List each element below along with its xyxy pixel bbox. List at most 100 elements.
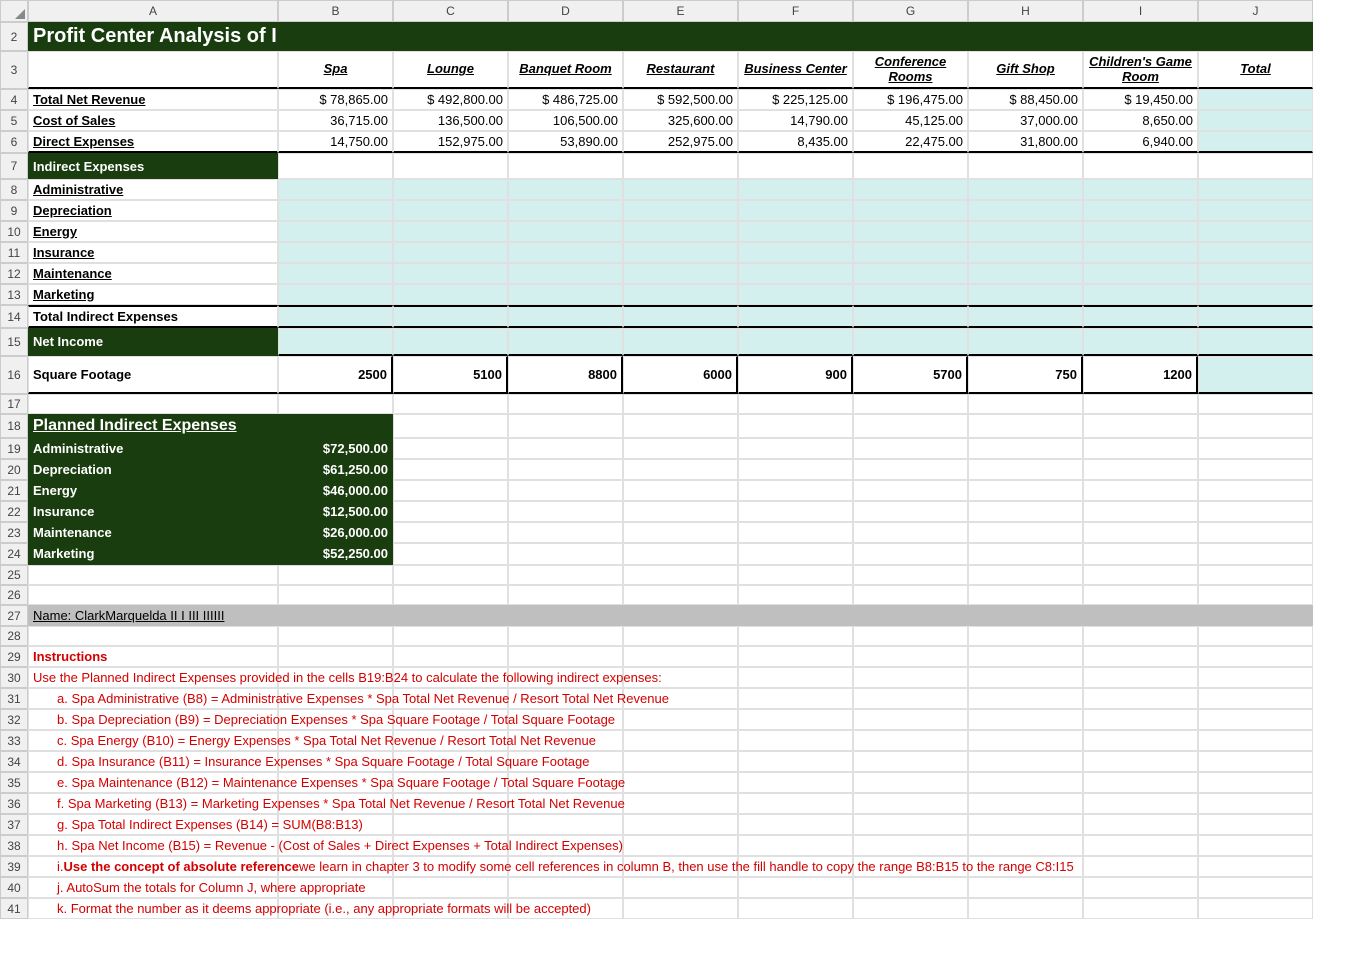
cell[interactable] — [393, 459, 508, 480]
data-cell[interactable]: 2500 — [278, 356, 393, 394]
row-head-26[interactable]: 26 — [0, 585, 28, 605]
data-cell[interactable]: $ 492,800.00 — [393, 89, 508, 110]
cell[interactable] — [508, 877, 623, 898]
data-cell[interactable] — [393, 242, 508, 263]
data-cell[interactable] — [1083, 200, 1198, 221]
cell[interactable] — [738, 730, 853, 751]
cell[interactable] — [623, 153, 738, 179]
data-cell[interactable] — [853, 242, 968, 263]
cell[interactable] — [508, 438, 623, 459]
cell[interactable] — [738, 522, 853, 543]
row-head-18[interactable]: 18 — [0, 414, 28, 438]
cell[interactable] — [1083, 730, 1198, 751]
cell[interactable] — [738, 414, 853, 438]
data-cell[interactable]: $ 592,500.00 — [623, 89, 738, 110]
cell[interactable] — [1083, 394, 1198, 414]
cell[interactable] — [968, 438, 1083, 459]
data-cell[interactable] — [278, 221, 393, 242]
cell[interactable] — [1083, 501, 1198, 522]
cell[interactable] — [1198, 751, 1313, 772]
data-cell[interactable]: 750 — [968, 356, 1083, 394]
col-head-C[interactable]: C — [393, 0, 508, 22]
data-cell[interactable] — [738, 305, 853, 328]
cell[interactable] — [278, 626, 393, 646]
data-cell[interactable]: 5700 — [853, 356, 968, 394]
data-cell[interactable] — [738, 179, 853, 200]
cell[interactable] — [738, 501, 853, 522]
cell[interactable] — [738, 480, 853, 501]
cell[interactable] — [508, 585, 623, 605]
cell[interactable] — [1083, 585, 1198, 605]
cell[interactable] — [278, 414, 393, 438]
row-head-13[interactable]: 13 — [0, 284, 28, 305]
cell[interactable] — [1083, 543, 1198, 565]
cell[interactable] — [623, 898, 738, 919]
cell[interactable] — [623, 522, 738, 543]
row-head-6[interactable]: 6 — [0, 131, 28, 153]
data-cell[interactable] — [968, 328, 1083, 356]
data-cell[interactable] — [1198, 221, 1313, 242]
cell[interactable] — [853, 394, 968, 414]
cell[interactable] — [393, 438, 508, 459]
data-cell[interactable] — [1198, 356, 1313, 394]
data-cell[interactable] — [1198, 110, 1313, 131]
cell[interactable] — [1198, 522, 1313, 543]
data-cell[interactable] — [508, 305, 623, 328]
cell[interactable] — [1083, 751, 1198, 772]
cell[interactable] — [623, 730, 738, 751]
data-cell[interactable] — [968, 305, 1083, 328]
row-head-24[interactable]: 24 — [0, 543, 28, 565]
cell[interactable] — [738, 565, 853, 585]
data-cell[interactable] — [393, 200, 508, 221]
cell[interactable] — [623, 877, 738, 898]
cell[interactable] — [1198, 459, 1313, 480]
data-cell[interactable] — [278, 263, 393, 284]
row-head-16[interactable]: 16 — [0, 356, 28, 394]
cell[interactable] — [1198, 501, 1313, 522]
data-cell[interactable] — [968, 284, 1083, 305]
data-cell[interactable] — [968, 242, 1083, 263]
cell[interactable] — [853, 522, 968, 543]
data-cell[interactable] — [853, 284, 968, 305]
data-cell[interactable] — [853, 263, 968, 284]
cell[interactable] — [28, 585, 278, 605]
data-cell[interactable] — [393, 284, 508, 305]
cell[interactable] — [1198, 414, 1313, 438]
planned-value[interactable]: $61,250.00 — [278, 459, 393, 480]
col-head-D[interactable]: D — [508, 0, 623, 22]
cell[interactable] — [968, 480, 1083, 501]
cell[interactable] — [508, 153, 623, 179]
cell[interactable] — [853, 501, 968, 522]
cell[interactable] — [968, 688, 1083, 709]
cell[interactable] — [968, 730, 1083, 751]
cell[interactable] — [853, 772, 968, 793]
cell[interactable] — [393, 522, 508, 543]
cell[interactable] — [1083, 626, 1198, 646]
row-head-2[interactable]: 2 — [0, 22, 28, 51]
cell[interactable] — [968, 459, 1083, 480]
row-head-23[interactable]: 23 — [0, 522, 28, 543]
data-cell[interactable] — [393, 179, 508, 200]
data-cell[interactable] — [853, 179, 968, 200]
cell[interactable] — [623, 751, 738, 772]
row-head-39[interactable]: 39 — [0, 856, 28, 877]
cell[interactable] — [853, 585, 968, 605]
cell[interactable] — [853, 709, 968, 730]
data-cell[interactable]: 152,975.00 — [393, 131, 508, 153]
data-cell[interactable]: 5100 — [393, 356, 508, 394]
cell[interactable] — [1083, 153, 1198, 179]
cell[interactable] — [1198, 480, 1313, 501]
data-cell[interactable] — [278, 284, 393, 305]
row-head-35[interactable]: 35 — [0, 772, 28, 793]
data-cell[interactable] — [1083, 263, 1198, 284]
cell[interactable] — [1198, 646, 1313, 667]
cell[interactable] — [508, 501, 623, 522]
row-head-3[interactable]: 3 — [0, 51, 28, 89]
cell[interactable] — [393, 153, 508, 179]
cell[interactable] — [968, 646, 1083, 667]
data-cell[interactable] — [623, 179, 738, 200]
row-head-32[interactable]: 32 — [0, 709, 28, 730]
row-head-4[interactable]: 4 — [0, 89, 28, 110]
cell[interactable] — [278, 585, 393, 605]
data-cell[interactable]: 14,750.00 — [278, 131, 393, 153]
